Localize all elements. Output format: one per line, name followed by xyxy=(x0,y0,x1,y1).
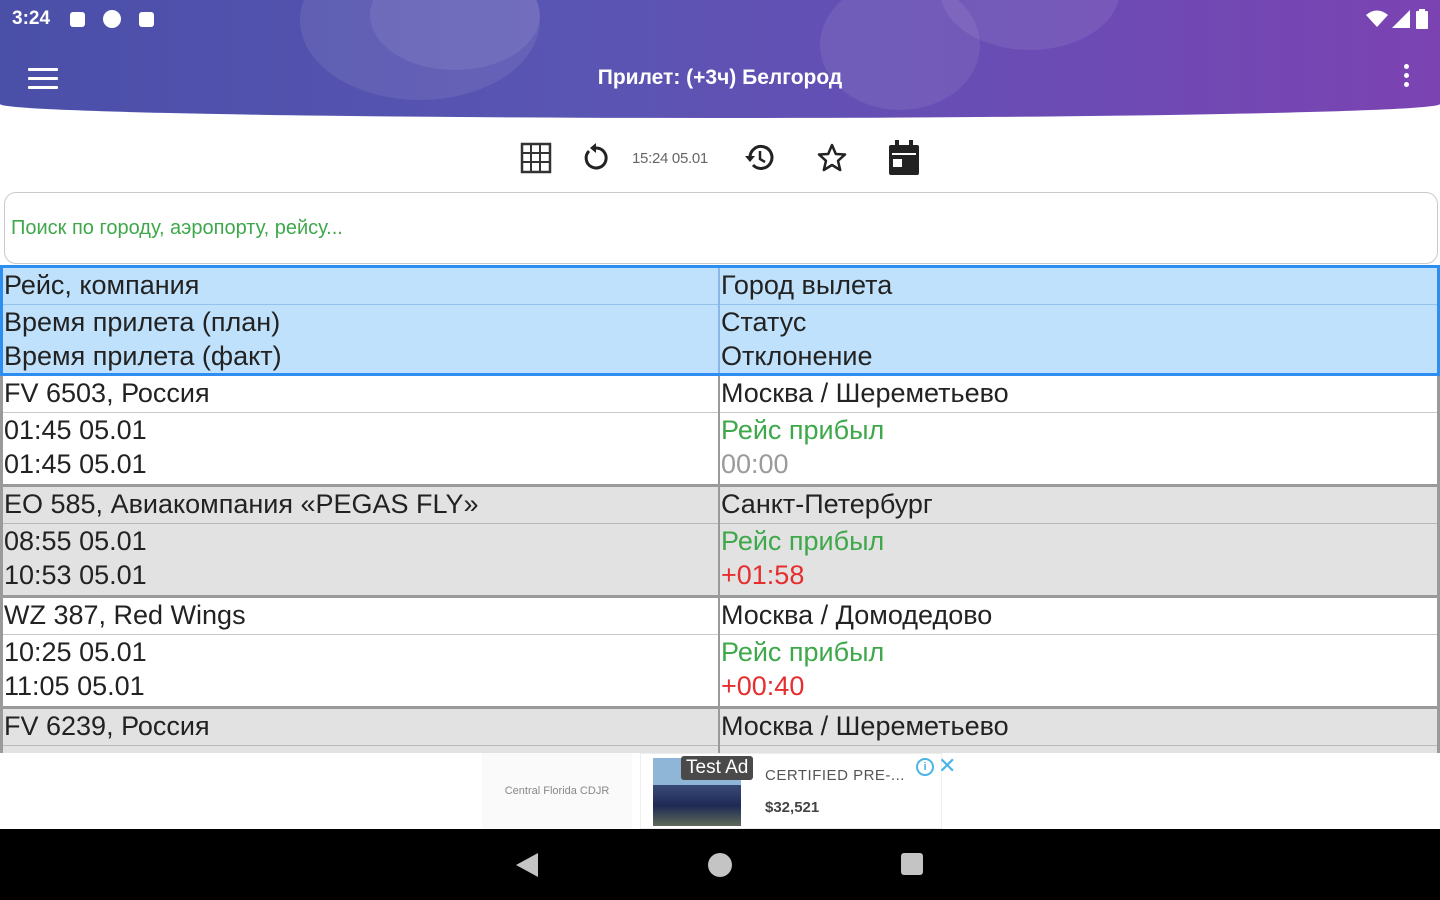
header-left: Рейс, компания Время прилета (план) Врем… xyxy=(3,268,720,373)
ad-close-icon[interactable]: ✕ xyxy=(938,755,956,777)
flight-name: WZ 387, Red Wings xyxy=(3,598,718,635)
ad-title[interactable]: CERTIFIED PRE-... xyxy=(765,767,905,784)
header-flight: Рейс, компания xyxy=(3,268,718,305)
home-icon[interactable] xyxy=(708,853,732,877)
planned-time: 10:25 05.01 xyxy=(4,637,147,667)
header-actual: Время прилета (факт) xyxy=(4,341,282,371)
app-notification-icon xyxy=(103,10,122,28)
star-icon[interactable] xyxy=(812,138,852,178)
flight-status: Рейс прибыл xyxy=(721,415,885,445)
planned-time: 01:45 05.01 xyxy=(4,415,147,445)
header-planned: Время прилета (план) xyxy=(4,307,281,337)
signal-icon xyxy=(1392,10,1410,28)
wifi-icon xyxy=(1366,10,1388,27)
table-row[interactable]: FV 6239, Россия Москва / Шереметьево xyxy=(0,709,1440,753)
battery-icon xyxy=(1416,9,1428,29)
flight-name: EO 585, Авиакомпания «PEGAS FLY» xyxy=(3,487,718,524)
ad-price: $32,521 xyxy=(765,799,820,816)
recent-apps-icon[interactable] xyxy=(901,853,923,875)
ad-advertiser[interactable]: Central Florida CDJR xyxy=(482,753,632,829)
page-title: Прилет: (+3ч) Белгород xyxy=(597,66,843,89)
flight-delay: 00:00 xyxy=(721,449,789,479)
notification-icon xyxy=(70,11,86,27)
departure-city: Санкт-Петербург xyxy=(720,487,1437,524)
search-input[interactable] xyxy=(5,193,1437,263)
search-box xyxy=(4,192,1438,264)
table-row[interactable]: FV 6503, Россия 01:45 05.01 01:45 05.01 … xyxy=(0,376,1440,487)
ad-test-tag: Test Ad xyxy=(681,756,754,780)
sd-card-icon xyxy=(139,11,155,27)
system-nav-bar xyxy=(0,829,1440,900)
calendar-icon[interactable] xyxy=(884,138,924,178)
ad-advertiser-name: Central Florida CDJR xyxy=(504,785,610,797)
header-status: Статус xyxy=(721,307,807,337)
departure-city: Москва / Шереметьево xyxy=(720,376,1437,413)
app-bar: Прилет: (+3ч) Белгород xyxy=(0,38,1440,118)
departure-city: Москва / Шереметьево xyxy=(720,709,1437,746)
status-bar: 3:24 xyxy=(0,0,1440,38)
actual-time: 10:53 05.01 xyxy=(4,560,147,590)
more-options-button[interactable] xyxy=(1402,64,1410,94)
header-delay: Отклонение xyxy=(721,341,873,371)
grid-icon[interactable] xyxy=(516,138,556,178)
status-time: 3:24 xyxy=(12,8,51,29)
top-band: 3:24 Прилет: (+3ч) Белгород xyxy=(0,0,1440,118)
flight-status: Рейс прибыл xyxy=(721,637,885,667)
toolbar: 15:24 05.01 xyxy=(0,135,1440,181)
flight-name: FV 6503, Россия xyxy=(3,376,718,413)
flight-delay: +01:58 xyxy=(721,560,805,590)
flight-status: Рейс прибыл xyxy=(721,526,885,556)
header-right: Город вылета Статус Отклонение xyxy=(720,268,1437,373)
last-update-time: 15:24 05.01 xyxy=(632,149,708,167)
table-header: Рейс, компания Время прилета (план) Врем… xyxy=(0,265,1440,376)
table-row[interactable]: EO 585, Авиакомпания «PEGAS FLY» 08:55 0… xyxy=(0,487,1440,598)
history-icon[interactable] xyxy=(740,138,780,178)
menu-button[interactable] xyxy=(28,68,58,90)
flight-delay: +00:40 xyxy=(721,671,805,701)
table-row[interactable]: WZ 387, Red Wings 10:25 05.01 11:05 05.0… xyxy=(0,598,1440,709)
refresh-icon[interactable] xyxy=(576,138,616,178)
flights-table: Рейс, компания Время прилета (план) Врем… xyxy=(0,265,1440,753)
actual-time: 01:45 05.01 xyxy=(4,449,147,479)
ad-banner: Central Florida CDJR Test Ad CERTIFIED P… xyxy=(0,753,1440,829)
flight-name: FV 6239, Россия xyxy=(3,709,718,746)
planned-time: 08:55 05.01 xyxy=(4,526,147,556)
back-icon[interactable] xyxy=(516,853,538,877)
ad-card[interactable]: Test Ad CERTIFIED PRE-... $32,521 i ✕ xyxy=(640,753,956,829)
departure-city: Москва / Домодедово xyxy=(720,598,1437,635)
actual-time: 11:05 05.01 xyxy=(4,671,145,701)
header-city: Город вылета xyxy=(720,268,1437,305)
ad-info-icon[interactable]: i xyxy=(916,758,934,776)
